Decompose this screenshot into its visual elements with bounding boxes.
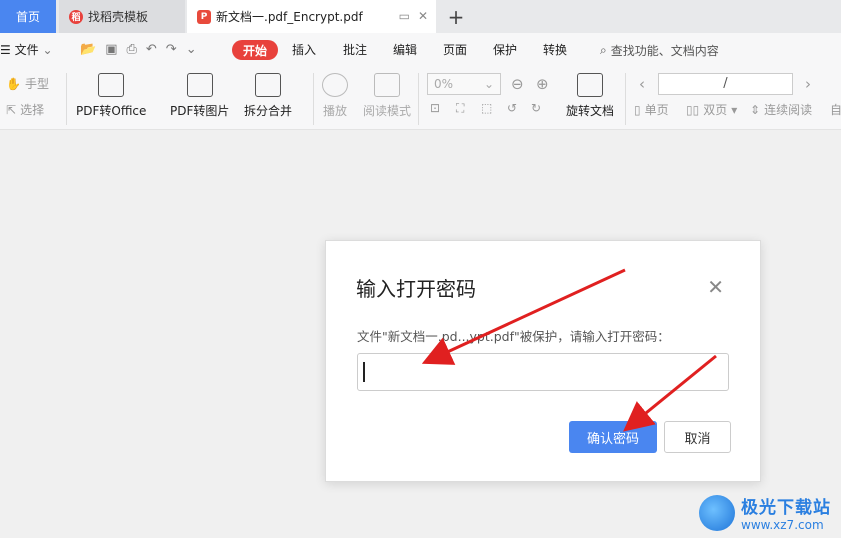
fit-width-icon[interactable]: ⬚	[481, 101, 492, 115]
more-icon[interactable]: ⌄	[186, 42, 197, 57]
select-tool[interactable]: ⇱ 选择	[6, 101, 44, 118]
quick-access: 📂 ▣ ⎙ ↶ ↷ ⌄	[80, 42, 197, 57]
rotate-doc-button[interactable]: 旋转文档	[566, 73, 614, 119]
separator	[625, 73, 626, 125]
play-label: 播放	[322, 104, 347, 118]
search-icon: ⌕	[600, 43, 607, 57]
double-page-button[interactable]: ▯▯ 双页 ▾	[686, 101, 737, 118]
watermark-url: www.xz7.com	[741, 518, 824, 532]
rotate-right-icon[interactable]: ↻	[531, 101, 541, 115]
chevron-down-icon: ⌄	[483, 77, 494, 91]
auto-label: 自	[830, 103, 841, 117]
prev-page-icon[interactable]: ‹	[639, 75, 645, 93]
page-number-input[interactable]: /	[658, 73, 793, 95]
pdf-to-office-icon	[98, 73, 125, 97]
tab-edit[interactable]: 编辑	[393, 41, 417, 58]
search-label: 查找功能、文档内容	[610, 44, 719, 58]
rotate-left-icon[interactable]: ↺	[507, 101, 517, 115]
tab-insert[interactable]: 插入	[292, 41, 316, 58]
dialog-title: 输入打开密码	[356, 277, 476, 301]
ribbon-toolbar: ✋ 手型 ⇱ 选择 PDF转Office PDF转图片 拆分合并 播放 阅读模式…	[0, 67, 841, 130]
continuous-icon: ⇕	[750, 102, 761, 117]
pin-icon[interactable]: ▭	[399, 9, 410, 23]
print-icon[interactable]: ⎙	[126, 42, 136, 57]
zoom-value: 0%	[434, 77, 454, 91]
pdf-to-image-label: PDF转图片	[170, 104, 230, 118]
image-icon	[186, 73, 213, 97]
tab-page[interactable]: 页面	[443, 41, 467, 58]
text-caret	[363, 362, 365, 382]
rotate-doc-icon	[577, 73, 603, 97]
tab-bar: 首页 稻 找稻壳模板 P 新文档一.pdf_Encrypt.pdf ▭ ✕ +	[0, 0, 841, 33]
split-merge-icon	[255, 73, 281, 97]
file-menu-label: 文件	[14, 43, 39, 57]
pdf-to-office-button[interactable]: PDF转Office	[76, 73, 146, 119]
menu-bar: ☰ 文件 ⌄ 📂 ▣ ⎙ ↶ ↷ ⌄ 开始 插入 批注 编辑 页面 保护 转换 …	[0, 33, 841, 67]
password-dialog: 输入打开密码 ✕ 文件"新文档一.pd...ypt.pdf"被保护，请输入打开密…	[325, 240, 761, 482]
pdf-file-icon: P	[197, 9, 211, 24]
separator	[66, 73, 67, 125]
auto-scroll-button[interactable]: 自	[830, 101, 841, 118]
fit-page-icon[interactable]: ⛶	[456, 101, 464, 116]
book-icon	[374, 73, 400, 97]
password-input[interactable]	[357, 353, 729, 391]
double-page-icon: ▯▯	[686, 102, 700, 117]
watermark-name: 极光下载站	[741, 498, 831, 518]
tab-convert[interactable]: 转换	[543, 41, 567, 58]
tab-home[interactable]: 首页	[0, 0, 56, 33]
continuous-read-button[interactable]: ⇕ 连续阅读	[750, 101, 812, 118]
cursor-icon: ⇱	[6, 102, 17, 117]
tab-document-label: 新文档一.pdf_Encrypt.pdf	[216, 10, 363, 24]
separator	[313, 73, 314, 125]
single-page-icon: ▯	[634, 102, 641, 117]
tab-start[interactable]: 开始	[232, 40, 278, 60]
confirm-password-button[interactable]: 确认密码	[569, 421, 657, 453]
close-icon[interactable]: ✕	[707, 275, 724, 299]
tab-template-label: 找稻壳模板	[88, 10, 149, 24]
docer-logo-icon: 稻	[69, 9, 83, 24]
tab-template[interactable]: 稻 找稻壳模板	[59, 0, 185, 33]
file-menu[interactable]: ☰ 文件 ⌄	[0, 41, 53, 58]
zoom-out-icon[interactable]: ⊖	[511, 75, 524, 93]
play-button[interactable]: 播放	[322, 73, 348, 119]
actual-size-icon[interactable]: ⊡	[430, 101, 440, 115]
select-label: 选择	[20, 103, 45, 117]
undo-icon[interactable]: ↶	[146, 42, 157, 57]
double-page-label: 双页	[703, 103, 728, 117]
hand-icon: ✋	[6, 76, 21, 91]
cancel-button[interactable]: 取消	[664, 421, 731, 453]
single-page-button[interactable]: ▯ 单页	[634, 101, 669, 118]
read-mode-label: 阅读模式	[363, 104, 412, 118]
save-icon[interactable]: ▣	[105, 42, 117, 57]
redo-icon[interactable]: ↷	[166, 42, 177, 57]
tab-protect[interactable]: 保护	[493, 41, 517, 58]
read-mode-button[interactable]: 阅读模式	[363, 73, 411, 119]
split-merge-button[interactable]: 拆分合并	[244, 73, 292, 119]
next-page-icon[interactable]: ›	[805, 75, 811, 93]
dialog-message: 文件"新文档一.pd...ypt.pdf"被保护，请输入打开密码：	[357, 329, 670, 344]
pdf-to-office-label: PDF转Office	[76, 104, 147, 118]
continuous-label: 连续阅读	[764, 103, 813, 117]
chevron-down-icon: ▾	[731, 102, 738, 117]
zoom-select[interactable]: 0% ⌄	[427, 73, 501, 95]
zoom-in-icon[interactable]: ⊕	[536, 75, 549, 93]
hamburger-icon: ☰	[0, 43, 11, 57]
play-icon	[322, 73, 348, 97]
open-folder-icon[interactable]: 📂	[80, 42, 96, 57]
close-tab-icon[interactable]: ✕	[418, 9, 428, 23]
rotate-doc-label: 旋转文档	[566, 104, 615, 118]
tab-annotate[interactable]: 批注	[343, 41, 367, 58]
aurora-logo-icon	[699, 494, 735, 531]
new-tab-button[interactable]: +	[444, 0, 468, 33]
separator	[418, 73, 419, 125]
search-box[interactable]: ⌕ 查找功能、文档内容	[600, 42, 719, 59]
pdf-to-image-button[interactable]: PDF转图片	[170, 73, 229, 119]
tab-document[interactable]: P 新文档一.pdf_Encrypt.pdf ▭ ✕	[187, 0, 436, 33]
watermark: 极光下载站 www.xz7.com	[699, 493, 831, 532]
single-page-label: 单页	[644, 103, 669, 117]
chevron-down-icon: ⌄	[42, 43, 53, 57]
split-merge-label: 拆分合并	[244, 104, 293, 118]
hand-label: 手型	[24, 77, 49, 91]
hand-tool[interactable]: ✋ 手型	[6, 75, 49, 92]
